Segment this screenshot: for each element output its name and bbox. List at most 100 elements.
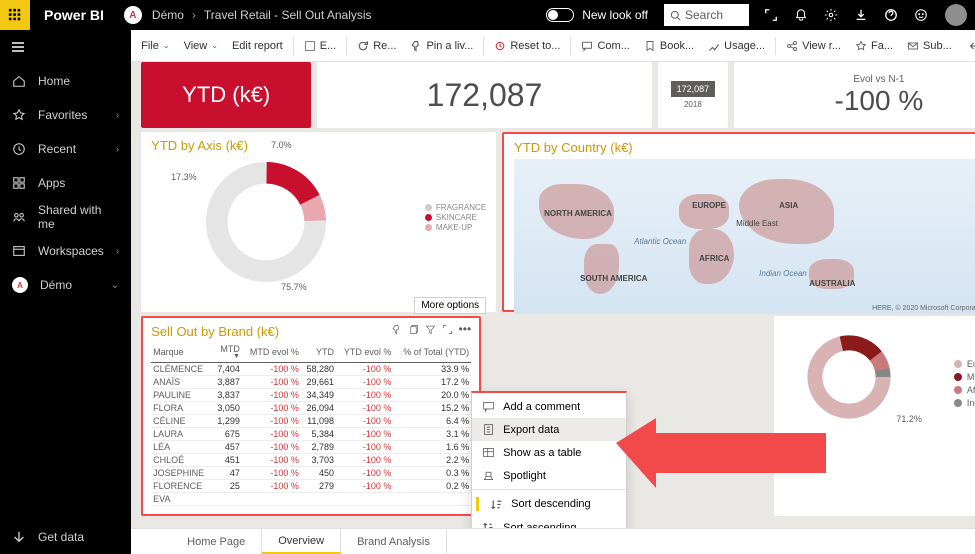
sidebar-item-shared[interactable]: Shared with me — [0, 200, 131, 234]
sidebar-item-favorites[interactable]: Favorites › — [0, 98, 131, 132]
sidebar-item-label: Get data — [38, 530, 84, 544]
table-col-header[interactable]: % of Total (YTD) — [393, 342, 471, 363]
region-legend: Europe Middle East Africa India — [954, 356, 975, 411]
table-row[interactable]: LÉA457-100 %2,789-100 %1.6 % — [151, 441, 471, 454]
menu-sort-ascending[interactable]: Sort ascending — [472, 516, 626, 528]
hamburger-icon[interactable] — [0, 30, 131, 64]
sidebar-item-demo[interactable]: ADémo⌄ — [0, 268, 131, 302]
chevron-right-icon: › — [116, 144, 119, 155]
tile-ytd-by-axis[interactable]: YTD by Axis (k€) 7.0% 17.3% 75.7% FRAGRA… — [141, 132, 496, 312]
table-row[interactable]: LAURA675-100 %5,384-100 %3.1 % — [151, 428, 471, 441]
focus-icon[interactable] — [442, 322, 453, 340]
table-row[interactable]: JOSEPHINE47-100 %450-100 %0.3 % — [151, 467, 471, 480]
toolbar-pin[interactable]: Pin a liv... — [404, 34, 479, 58]
toolbar-comment[interactable]: Com... — [575, 34, 635, 58]
table-col-header[interactable]: MTD evol % — [242, 342, 301, 363]
chevron-down-icon: ⌄ — [111, 280, 119, 291]
tile-region-donut[interactable]: 71.2% Europe Middle East Africa India — [774, 316, 975, 516]
copy-icon[interactable] — [408, 322, 419, 340]
sidebar-item-label: Home — [38, 74, 70, 88]
toolbar-usage[interactable]: Usage... — [702, 34, 771, 58]
sidebar-item-label: Apps — [38, 176, 65, 190]
axis-pct-fragrance: 75.7% — [281, 282, 307, 292]
search-input[interactable]: Search — [664, 4, 749, 26]
help-icon[interactable] — [877, 0, 905, 30]
table-row[interactable]: CHLOÉ451-100 %3,703-100 %2.2 % — [151, 454, 471, 467]
map-label: Indian Ocean — [759, 269, 807, 278]
sidebar-item-recent[interactable]: Recent› — [0, 132, 131, 166]
tile-ytd-by-country[interactable]: YTD by Country (k€) NORTH AMERICA SOUTH … — [502, 132, 975, 312]
table-col-header[interactable]: Marque — [151, 342, 212, 363]
sidebar-item-apps[interactable]: Apps — [0, 166, 131, 200]
map-label: SOUTH AMERICA — [580, 274, 647, 283]
map-label: Atlantic Ocean — [634, 237, 686, 246]
fullscreen-icon[interactable] — [757, 0, 785, 30]
table-col-header[interactable]: YTD — [301, 342, 336, 363]
table-row[interactable]: ANAÏS3,887-100 %29,661-100 %17.2 % — [151, 376, 471, 389]
toolbar-explore[interactable]: E... — [298, 34, 343, 58]
table-row[interactable]: PAULINE3,837-100 %34,349-100 %20.0 % — [151, 389, 471, 402]
workspace-logo-icon: A — [124, 6, 142, 24]
feedback-icon[interactable] — [907, 0, 935, 30]
chevron-right-icon: › — [116, 246, 119, 257]
toolbar-subscribe[interactable]: Sub... — [901, 34, 958, 58]
toolbar-share[interactable]: S... — [960, 34, 975, 58]
sidebar-item-home[interactable]: Home — [0, 64, 131, 98]
table-row[interactable]: FLORA3,050-100 %26,094-100 %15.2 % — [151, 402, 471, 415]
table-row[interactable]: CLÉMENCE7,404-100 %58,280-100 %33.9 % — [151, 363, 471, 376]
toolbar-file[interactable]: File⌄ — [135, 34, 175, 58]
menu-export-data[interactable]: Export data — [472, 418, 626, 441]
map-copyright: HERE, © 2020 Microsoft Corporation — [872, 305, 975, 312]
chevron-right-icon: › — [116, 110, 119, 121]
crumb-report[interactable]: Travel Retail - Sell Out Analysis — [204, 8, 372, 22]
menu-add-comment[interactable]: Add a comment — [472, 395, 626, 418]
app-launcher-icon[interactable] — [0, 0, 30, 30]
table-col-header[interactable]: YTD evol % — [336, 342, 393, 363]
crumb-workspace[interactable]: Démo — [152, 8, 184, 22]
notifications-icon[interactable] — [787, 0, 815, 30]
more-icon[interactable]: ••• — [459, 322, 472, 340]
table-row[interactable]: CÉLINE1,299-100 %11,098-100 %6.4 % — [151, 415, 471, 428]
table-row[interactable]: FLORENCE25-100 %279-100 %0.2 % — [151, 480, 471, 493]
map-label: ASIA — [779, 201, 798, 210]
filter-icon[interactable] — [425, 322, 436, 340]
map-label: Middle East — [736, 219, 778, 228]
table-row[interactable]: EVA — [151, 493, 471, 506]
tile-year-selector[interactable]: 172,087 2018 — [658, 62, 728, 128]
sidebar: Home Favorites › Recent› Apps Shared with… — [0, 30, 131, 554]
axis-pct-skincare: 17.3% — [171, 172, 197, 182]
menu-sort-descending[interactable]: Sort descending — [472, 492, 626, 516]
user-avatar[interactable] — [945, 4, 967, 26]
new-look-toggle[interactable] — [546, 8, 574, 22]
toolbar-reset[interactable]: Reset to... — [488, 34, 566, 58]
tile-sell-out-table[interactable]: Sell Out by Brand (k€) ••• MarqueMTD▼MTD… — [141, 316, 481, 516]
toolbar-view[interactable]: View⌄ — [178, 34, 224, 58]
toolbar-edit[interactable]: Edit report — [226, 34, 289, 58]
world-map[interactable]: NORTH AMERICA SOUTH AMERICA AFRICA EUROP… — [514, 159, 975, 314]
year-value: 172,087 — [671, 81, 716, 97]
axis-legend: FRAGRANCE SKINCARE MAKE-UP — [425, 202, 486, 233]
toolbar-bookmark[interactable]: Book... — [638, 34, 700, 58]
toolbar-view-related[interactable]: View r... — [780, 34, 847, 58]
toolbar-favorite[interactable]: Fa... — [849, 34, 899, 58]
tab-brand-analysis[interactable]: Brand Analysis — [341, 529, 447, 554]
sidebar-item-getdata[interactable]: Get data — [0, 520, 131, 554]
pin-icon[interactable] — [391, 322, 402, 340]
evol-value: -100 % — [835, 85, 924, 117]
toolbar-refresh[interactable]: Re... — [351, 34, 402, 58]
map-label: AFRICA — [699, 254, 729, 263]
workspace-icon: A — [12, 277, 28, 293]
menu-show-as-table[interactable]: Show as a table — [472, 441, 626, 464]
tab-home-page[interactable]: Home Page — [171, 529, 262, 554]
settings-gear-icon[interactable] — [817, 0, 845, 30]
sidebar-item-label: Favorites — [38, 108, 87, 122]
tile-evol: Evol vs N-1 -100 % — [734, 62, 975, 128]
sidebar-item-workspaces[interactable]: Workspaces› — [0, 234, 131, 268]
table-col-header[interactable]: MTD▼ — [212, 342, 242, 363]
search-placeholder: Search — [685, 8, 723, 22]
menu-spotlight[interactable]: Spotlight — [472, 464, 626, 487]
tile-title: Sell Out by Brand (k€) — [151, 324, 279, 339]
tab-overview[interactable]: Overview — [262, 529, 341, 554]
tile-ytd-label: YTD (k€) — [141, 62, 311, 128]
download-icon[interactable] — [847, 0, 875, 30]
